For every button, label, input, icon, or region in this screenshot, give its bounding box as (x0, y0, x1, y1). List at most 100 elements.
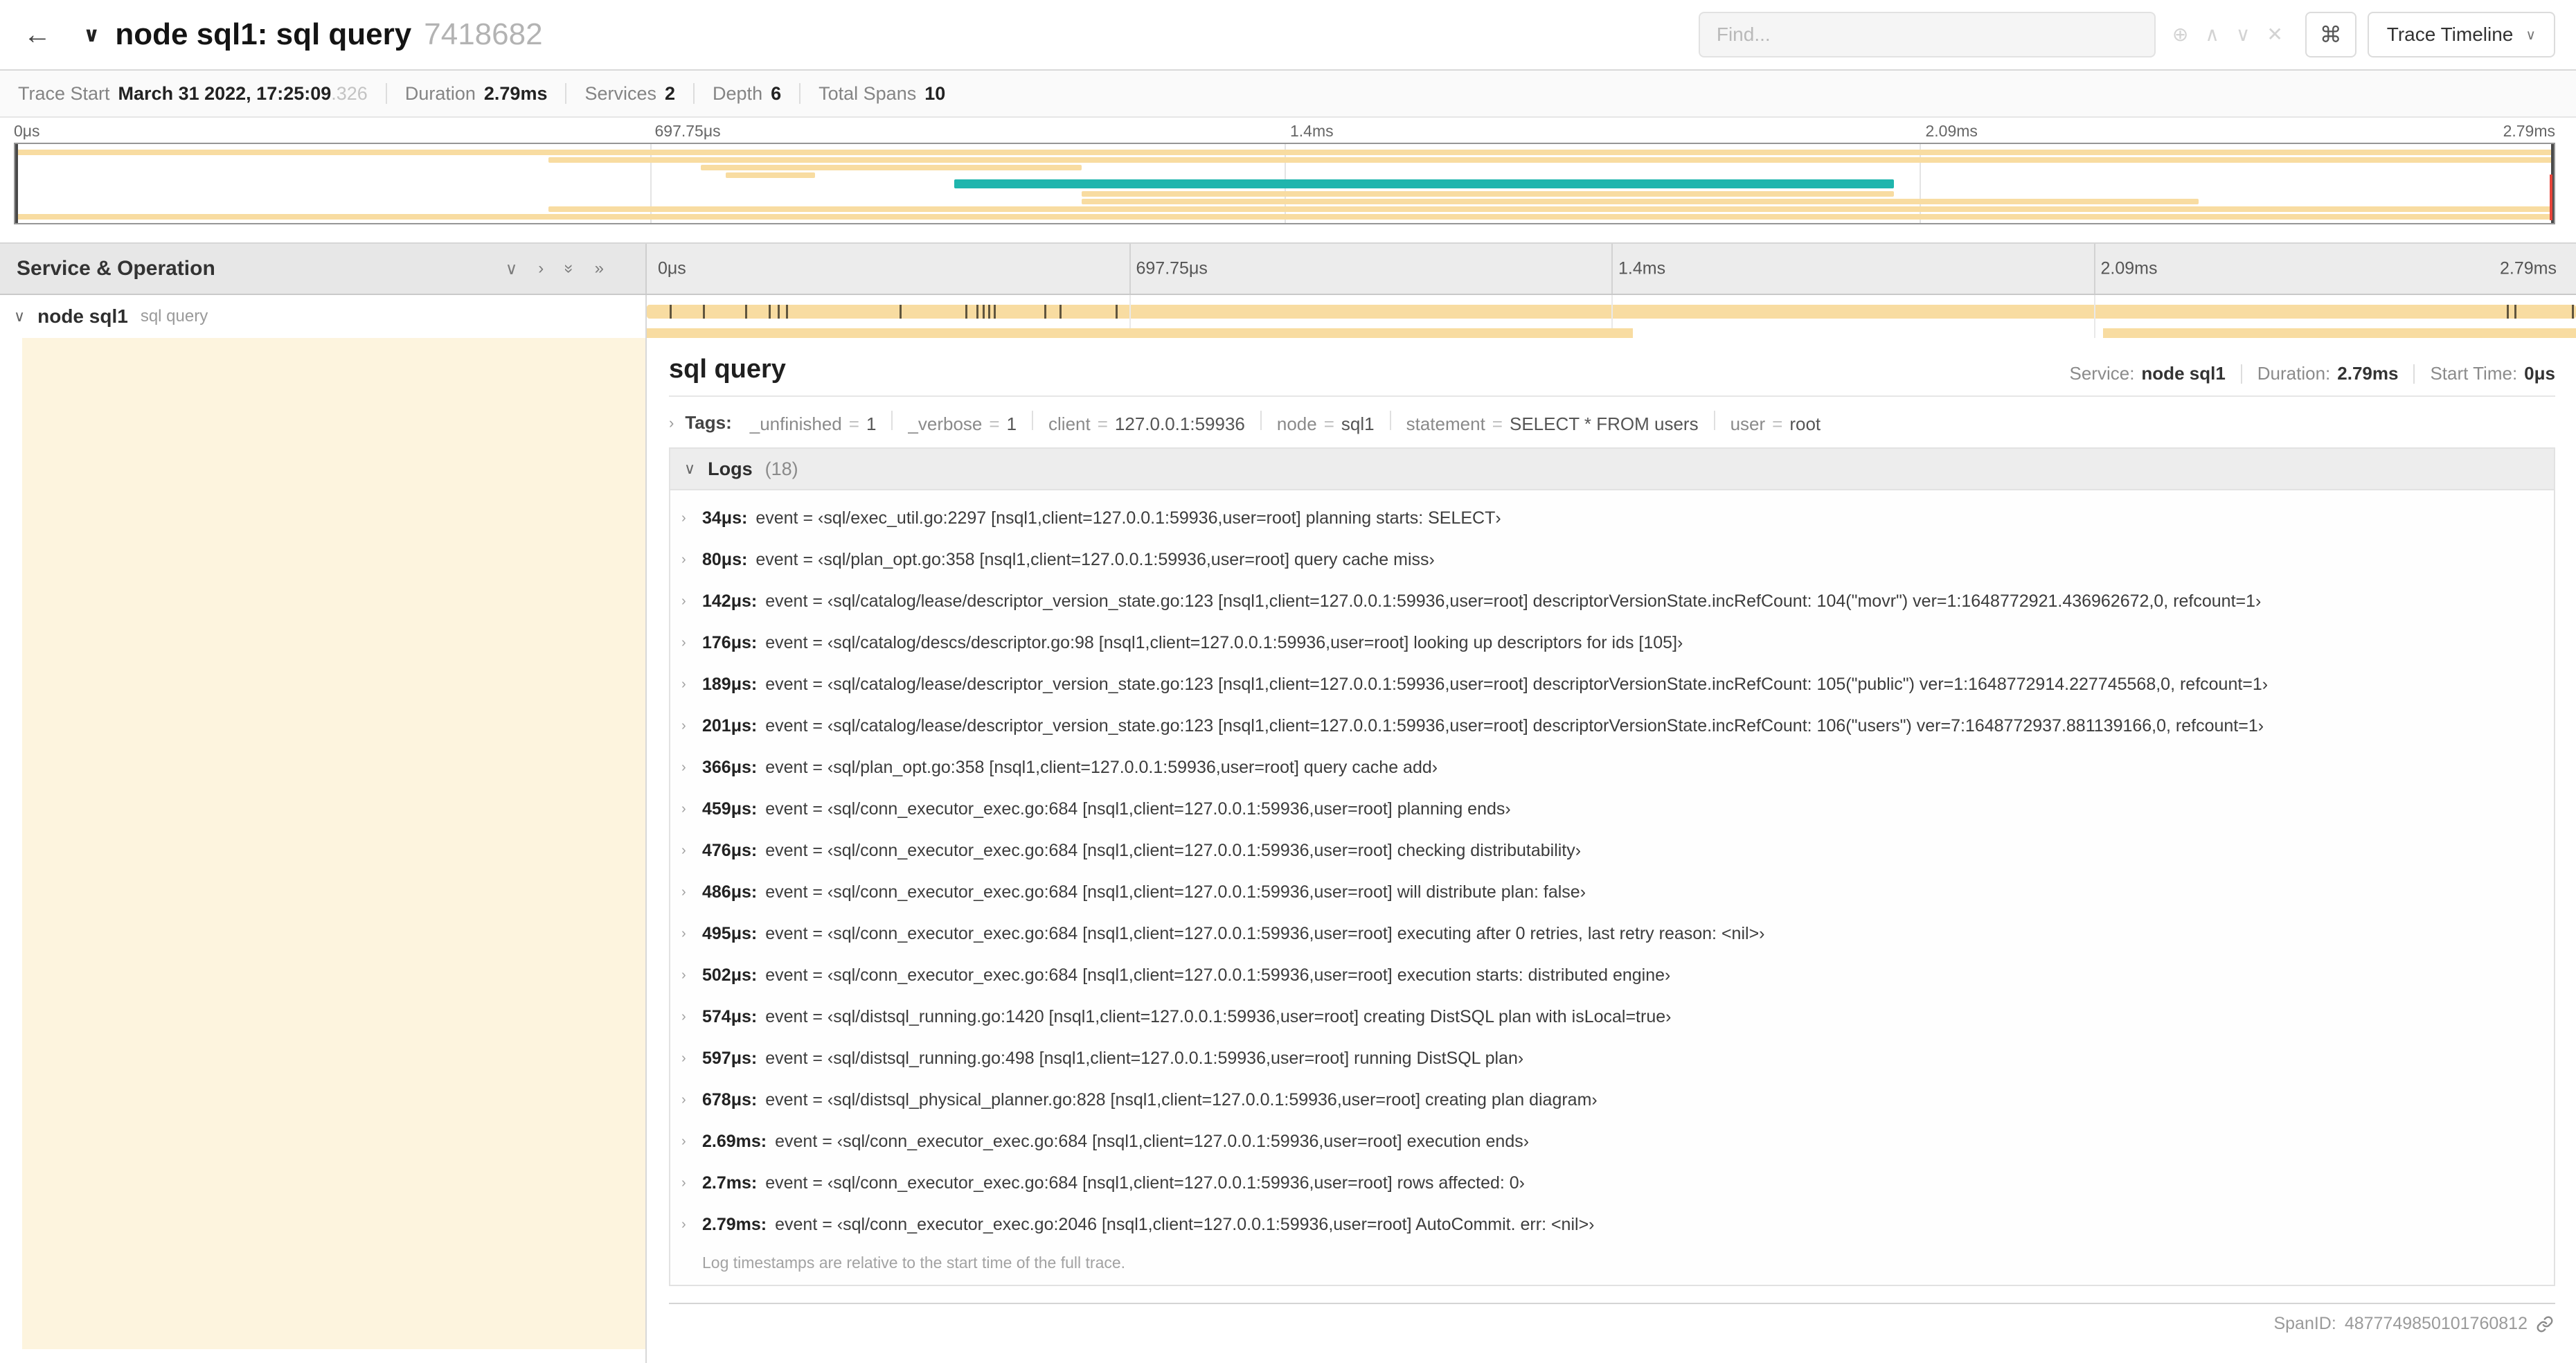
summary-item-label: Duration (404, 82, 476, 104)
log-row[interactable]: › 201μs: event = ‹sql/catalog/lease/descri… (681, 705, 2543, 747)
span-row-name-cell[interactable]: ∨ node sql1 sql query (0, 295, 647, 338)
log-marker-tick (982, 305, 985, 319)
log-row[interactable]: › 678μs: event = ‹sql/distsql_physical_pla… (681, 1079, 2543, 1121)
log-row[interactable]: › 80μs: event = ‹sql/plan_opt.go:358 [nsql… (681, 539, 2543, 580)
log-timestamp: 2.69ms: (702, 1131, 767, 1151)
chevron-right-icon: › (681, 593, 686, 609)
logs-header[interactable]: ∨ Logs (18) (670, 449, 2554, 490)
span-id-label: SpanID: (2273, 1314, 2336, 1333)
log-row[interactable]: › 2.69ms: event = ‹sql/conn_executor_exec.… (681, 1121, 2543, 1162)
log-timestamp: 2.7ms: (702, 1173, 758, 1193)
log-row[interactable]: › 502μs: event = ‹sql/conn_executor_exec.g… (681, 954, 2543, 996)
expand-one-level-button[interactable]: ∨ (506, 259, 518, 279)
find-clear-icon[interactable]: ✕ (2266, 25, 2282, 44)
log-row[interactable]: › 142μs: event = ‹sql/catalog/lease/descri… (681, 580, 2543, 622)
summary-item-label: Total Spans (819, 82, 917, 104)
deep-link-icon[interactable] (2536, 1315, 2554, 1333)
top-bar: ← ∨ node sql1: sql query 7418682 ⊕ ∧ ∨ ✕ … (0, 0, 2576, 71)
trace-view-selector-button[interactable]: Trace Timeline ∨ (2367, 12, 2555, 57)
keyboard-shortcuts-button[interactable]: ⌘ (2305, 12, 2356, 57)
span-collapse-chevron-icon[interactable]: ∨ (14, 308, 25, 326)
summary-divider (799, 83, 801, 104)
ruler-gridline (1611, 244, 1613, 294)
chevron-right-icon: › (681, 1008, 686, 1024)
log-row[interactable]: › 597μs: event = ‹sql/distsql_running.go:4… (681, 1037, 2543, 1079)
minimap-canvas[interactable] (14, 143, 2555, 224)
find-prev-icon[interactable]: ∧ (2205, 25, 2219, 44)
logs-accordian: ∨ Logs (18) › 34μs: event = ‹sql/exec_util… (669, 447, 2555, 1286)
log-message: event = ‹sql/conn_executor_exec.go:684 [… (765, 882, 1586, 902)
logs-title: Logs (708, 458, 753, 479)
log-row[interactable]: › 366μs: event = ‹sql/plan_opt.go:358 [nsq… (681, 747, 2543, 788)
back-button[interactable]: ← (14, 11, 61, 58)
minimap-tick-label: 697.75μs (654, 122, 721, 140)
log-timestamp: 574μs: (702, 1006, 758, 1026)
find-zoom-icon[interactable]: ⊕ (2172, 25, 2188, 44)
chevron-right-icon: › (669, 413, 674, 431)
span-row-track[interactable] (647, 295, 2576, 338)
log-row[interactable]: › 476μs: event = ‹sql/conn_executor_exec.g… (681, 830, 2543, 871)
timeline-gridline (2093, 295, 2095, 338)
span-detail-card: sql query Service: node sql1 Duration: 2.79… (669, 338, 2555, 1304)
tag-divider (1032, 411, 1034, 430)
log-row[interactable]: › 574μs: event = ‹sql/distsql_running.go:1… (681, 996, 2543, 1037)
log-message: event = ‹sql/conn_executor_exec.go:684 [… (765, 1173, 1526, 1193)
logs-list: › 34μs: event = ‹sql/exec_util.go:2297 [ns… (670, 490, 2554, 1245)
log-row[interactable]: › 2.79ms: event = ‹sql/conn_executor_exec.… (681, 1204, 2543, 1245)
tag-equals: = (1772, 413, 1783, 434)
timeline-header-row: Service & Operation ∨ › » » 0μs 697.75μs 1… (0, 242, 2576, 295)
trace-summary-bar: Trace Start March 31 2022, 17:25:09.326 Du… (0, 71, 2576, 118)
timeline-ruler[interactable]: 0μs 697.75μs 1.4ms 2.09ms 2.79ms (647, 244, 2576, 294)
chevron-right-icon: › (681, 1092, 686, 1107)
log-marker-tick (2572, 305, 2575, 319)
chevron-right-icon: › (681, 1133, 686, 1149)
log-marker-tick (768, 305, 771, 319)
log-row[interactable]: › 459μs: event = ‹sql/conn_executor_exec.g… (681, 788, 2543, 830)
summary-item-value: 10 (924, 82, 946, 104)
tags-accordian[interactable]: › Tags: _unfinished = 1 _verbose = 1 client = 12… (669, 411, 2555, 435)
log-message: event = ‹sql/conn_executor_exec.go:684 [… (765, 799, 1511, 819)
log-message: event = ‹sql/catalog/lease/descriptor_ve… (765, 715, 2264, 736)
find-next-icon[interactable]: ∨ (2236, 25, 2251, 44)
log-row[interactable]: › 34μs: event = ‹sql/exec_util.go:2297 [ns… (681, 497, 2543, 539)
tag-item: node = sql1 (1277, 413, 1375, 435)
log-timestamp: 2.79ms: (702, 1214, 767, 1234)
collapse-one-level-button[interactable]: › (538, 259, 544, 278)
meta-divider (2240, 364, 2242, 384)
span-operation-name: sql query (140, 307, 208, 326)
log-row[interactable]: › 486μs: event = ‹sql/conn_executor_exec.g… (681, 871, 2543, 913)
log-row[interactable]: › 2.7ms: event = ‹sql/conn_executor_exec.g… (681, 1162, 2543, 1204)
log-marker-tick (976, 305, 979, 319)
find-input[interactable] (1698, 12, 2156, 57)
collapse-header-chevron-icon[interactable]: ∨ (83, 23, 100, 47)
span-detail-color-block (22, 338, 645, 1349)
minimap-span-bar (1081, 191, 1894, 197)
ruler-tick-label: 1.4ms (1618, 258, 1666, 278)
log-marker-tick (778, 305, 780, 319)
tag-value: root (1789, 413, 1821, 434)
log-marker-tick (702, 305, 705, 319)
chevron-right-icon: › (681, 510, 686, 526)
minimap-scrubber-handle[interactable] (15, 144, 18, 223)
expand-all-button[interactable]: » (560, 264, 579, 273)
summary-divider (693, 83, 695, 104)
log-timestamp: 189μs: (702, 674, 758, 694)
summary-item: Duration 2.79ms (405, 83, 548, 105)
page-title: node sql1: sql query 7418682 (115, 17, 542, 52)
summary-item: Services 2 (584, 83, 675, 105)
collapse-all-button[interactable]: » (595, 259, 604, 278)
chevron-right-icon: › (681, 801, 686, 817)
log-message: event = ‹sql/conn_executor_exec.go:2046 … (775, 1214, 1595, 1234)
log-marker-tick (2514, 305, 2516, 319)
chevron-right-icon: › (681, 967, 686, 983)
summary-item-label: Depth (713, 82, 763, 104)
span-detail-row: sql query Service: node sql1 Duration: 2.79… (0, 338, 2576, 1363)
ruler-tick-label: 2.79ms (2500, 258, 2557, 278)
log-row[interactable]: › 495μs: event = ‹sql/conn_executor_exec.g… (681, 913, 2543, 954)
minimap-tick-label: 0μs (14, 122, 40, 140)
log-message: event = ‹sql/catalog/lease/descriptor_ve… (765, 591, 2262, 611)
log-row[interactable]: › 189μs: event = ‹sql/catalog/lease/descri… (681, 663, 2543, 705)
log-marker-tick (994, 305, 996, 319)
child-span-bar (647, 328, 1633, 338)
log-row[interactable]: › 176μs: event = ‹sql/catalog/descs/descri… (681, 622, 2543, 663)
